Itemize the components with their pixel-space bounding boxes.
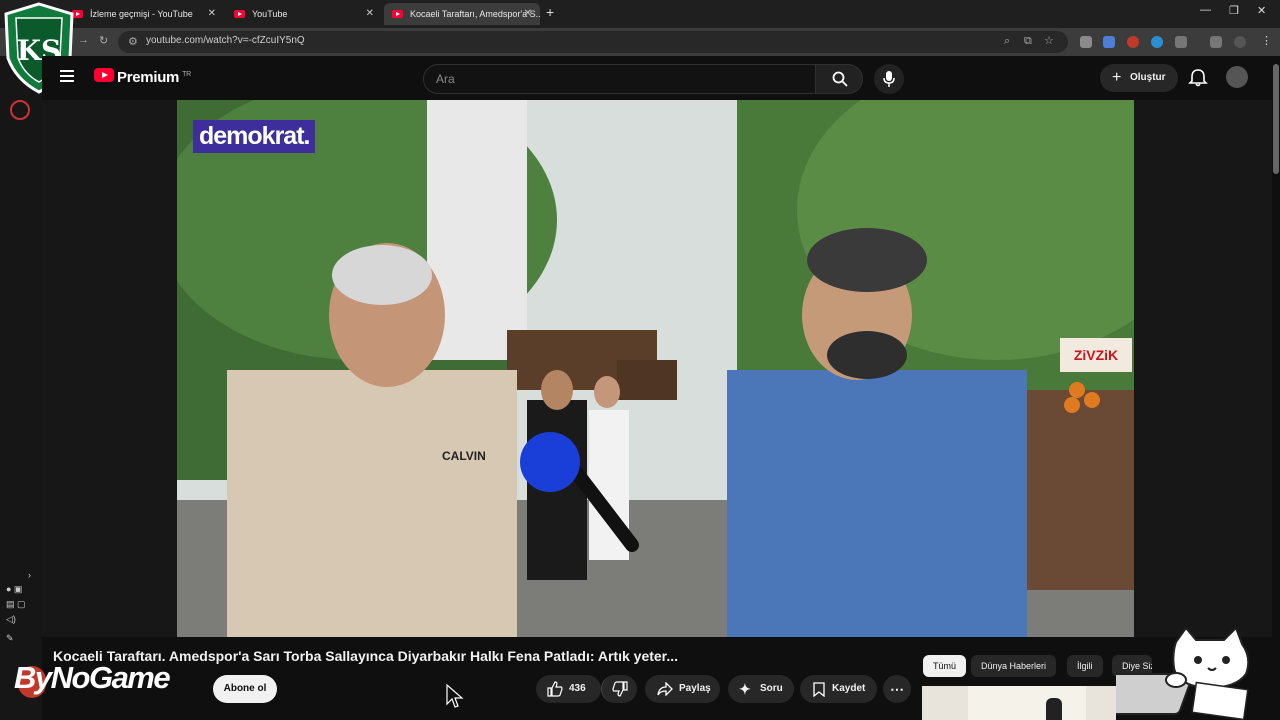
extension-adblock-icon[interactable]	[1127, 36, 1139, 48]
chevron-right-icon[interactable]: ›	[28, 570, 31, 580]
camera-tray-icon[interactable]: ▤ ▢	[6, 599, 31, 610]
recommended-video-thumbnail[interactable]	[922, 686, 1116, 720]
menu-hamburger-icon[interactable]	[60, 70, 74, 85]
extension-shield-icon[interactable]	[1080, 36, 1092, 48]
youtube-logo-icon[interactable]	[94, 68, 114, 82]
thumbs-up-icon	[547, 681, 563, 697]
close-tab-icon[interactable]: ✕	[366, 3, 374, 25]
subscribe-button[interactable]: Abone ol	[213, 675, 277, 703]
dislike-button[interactable]	[601, 675, 637, 703]
player-backdrop-left	[42, 100, 177, 637]
plus-icon: +	[1112, 69, 1122, 86]
restore-icon[interactable]: ❐	[1229, 4, 1239, 17]
shop-sign: ZiVZiK	[1060, 338, 1132, 372]
youtube-header: PremiumTR + Oluştur	[42, 56, 1272, 100]
url-text: youtube.com/watch?v=-cfZcuIY5nQ	[146, 35, 305, 46]
close-tab-icon[interactable]: ✕	[208, 3, 216, 25]
search-box	[423, 64, 816, 94]
browser-tabbar: İzleme geçmişi - YouTube ✕ YouTube ✕ Koc…	[0, 0, 1280, 28]
chip-world-news[interactable]: Dünya Haberleri	[971, 655, 1057, 677]
youtube-favicon-icon	[392, 10, 403, 18]
zoom-icon[interactable]: ⌕	[1004, 35, 1010, 48]
account-avatar[interactable]	[1226, 66, 1248, 88]
browser-toolbar: → ↻ ⚙ youtube.com/watch?v=-cfZcuIY5nQ ⌕ …	[0, 28, 1280, 56]
ask-button[interactable]: ✦ Soru	[728, 675, 794, 703]
video-frame: CALVIN	[177, 100, 1134, 637]
sparkle-icon: ✦	[739, 681, 751, 697]
cat-overlay-logo	[1116, 628, 1250, 720]
demokrat-watermark: demokrat.	[193, 120, 316, 153]
site-info-icon[interactable]: ⚙	[128, 35, 138, 48]
close-tab-icon[interactable]: ✕	[524, 3, 532, 25]
tab-label: İzleme geçmişi - YouTube	[90, 9, 193, 19]
tab-search-icon[interactable]	[1210, 36, 1222, 48]
bynogame-overlay-logo: ByNoGame	[14, 660, 171, 695]
extension-window-icon[interactable]	[1103, 36, 1115, 48]
mouse-cursor-icon	[446, 684, 464, 708]
like-button[interactable]: 436	[536, 675, 601, 703]
minimize-icon[interactable]: —	[1200, 4, 1211, 16]
shirt-print: CALVIN	[442, 449, 486, 463]
more-actions-button[interactable]: ⋯	[883, 675, 911, 703]
thumbs-down-icon	[612, 681, 628, 697]
share-arrow-icon	[657, 682, 673, 696]
microphone-icon	[883, 71, 895, 87]
recording-icon[interactable]	[10, 100, 30, 120]
tab-youtube[interactable]: YouTube ✕	[226, 3, 382, 25]
search-button[interactable]	[815, 64, 863, 94]
like-count: 436	[569, 683, 586, 694]
scrollbar-thumb[interactable]	[1273, 64, 1279, 174]
video-player[interactable]: CALVIN demokrat. ZiVZiK	[177, 100, 1134, 637]
bookmark-icon	[813, 682, 825, 697]
bookmark-star-icon[interactable]: ☆	[1044, 34, 1054, 47]
pen-tray-icon[interactable]: ✎	[6, 633, 31, 644]
voice-search-button[interactable]	[874, 64, 904, 94]
search-icon	[832, 71, 848, 87]
chip-related[interactable]: İlgili	[1067, 655, 1103, 677]
chip-all[interactable]: Tümü	[923, 655, 967, 677]
youtube-favicon-icon	[234, 10, 245, 18]
notifications-bell-icon[interactable]	[1188, 68, 1208, 88]
save-button[interactable]: Kaydet	[800, 675, 877, 703]
profile-icon[interactable]	[1234, 36, 1246, 48]
side-tray: › ● ▣ ▤ ▢ ◁) ✎	[6, 570, 31, 644]
search-input[interactable]	[436, 71, 796, 87]
extension-vpn-icon[interactable]	[1151, 36, 1163, 48]
address-bar[interactable]: ⚙ youtube.com/watch?v=-cfZcuIY5nQ ⌕ ⧉ ☆	[118, 31, 1068, 53]
page-scrollbar[interactable]	[1272, 56, 1280, 720]
tab-label: YouTube	[252, 9, 288, 19]
cast-icon[interactable]: ⧉	[1024, 35, 1032, 48]
volume-tray-icon[interactable]: ◁)	[6, 614, 31, 625]
new-tab-icon[interactable]: +	[546, 4, 554, 20]
reload-icon[interactable]: ↻	[99, 34, 108, 47]
tab-video[interactable]: Kocaeli Taraftarı, Amedspor'a S... ✕	[384, 3, 540, 25]
tab-history[interactable]: İzleme geçmişi - YouTube ✕	[64, 3, 224, 25]
extensions-puzzle-icon[interactable]	[1175, 36, 1187, 48]
close-window-icon[interactable]: ✕	[1257, 4, 1266, 17]
share-button[interactable]: Paylaş	[645, 675, 720, 703]
player-backdrop-right	[1134, 100, 1272, 637]
browser-menu-icon[interactable]: ⋮	[1261, 34, 1272, 47]
more-dots-icon: ⋯	[890, 681, 904, 697]
youtube-premium-logo[interactable]: Premium TR	[117, 69, 191, 86]
forward-icon[interactable]: →	[78, 34, 89, 46]
create-button[interactable]: + Oluştur	[1100, 64, 1178, 92]
tab-label: Kocaeli Taraftarı, Amedspor'a S...	[410, 9, 540, 19]
microphone-tray-icon[interactable]: ● ▣	[6, 584, 31, 595]
